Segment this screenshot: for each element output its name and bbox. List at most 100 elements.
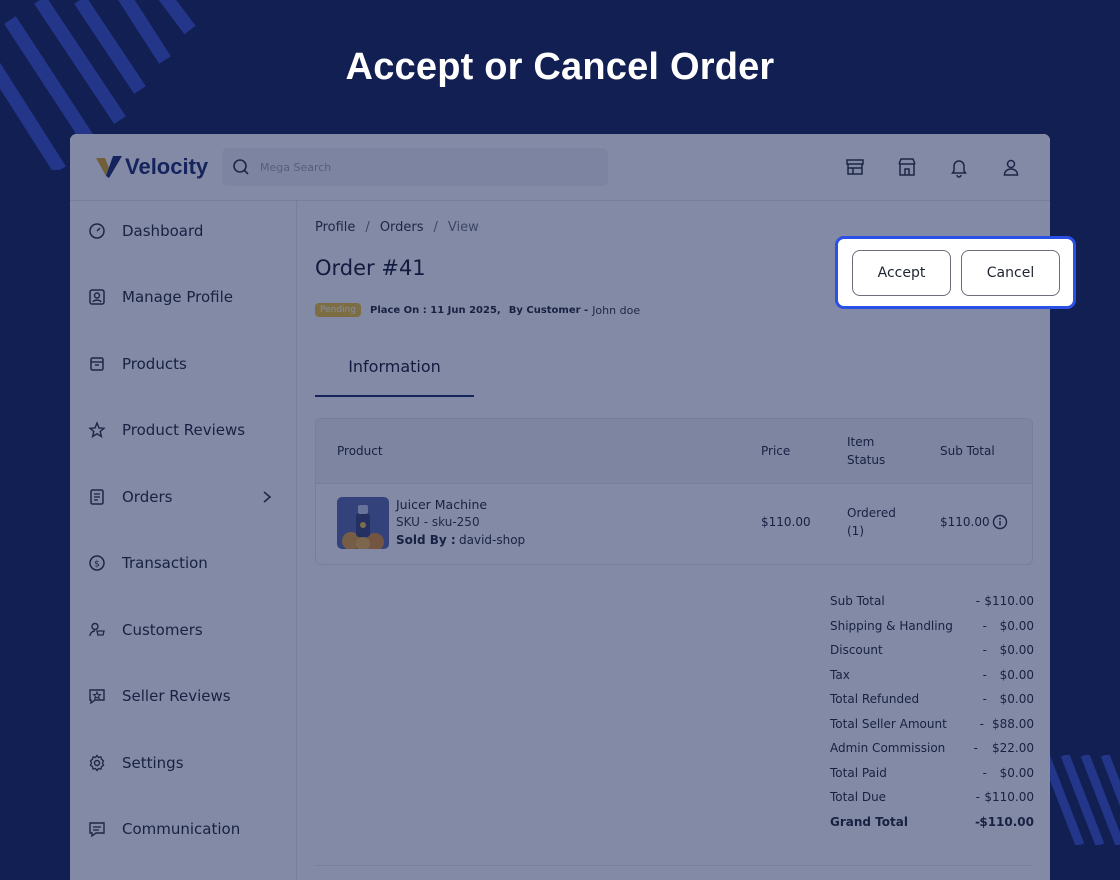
customers-icon [89,622,105,637]
order-meta: Pending Place On : 11 Jun 2025, By Custo… [315,303,640,317]
totals-label: Total Due [830,790,887,804]
svg-text:$: $ [94,560,100,570]
header-product: Product [337,444,383,458]
totals-label: Shipping & Handling [830,618,953,633]
dollar-icon: $ [89,555,105,571]
grand-total-row: Grand Total - $110.00 [830,815,1034,840]
sidebar-item-orders[interactable]: Orders [88,482,278,512]
user-icon[interactable] [1000,156,1022,178]
product-sku: SKU - sku-250 [396,515,480,529]
breadcrumb-separator: / [365,220,370,235]
chevron-right-icon [263,491,272,503]
by-customer-label: By Customer - [508,304,589,316]
header-price: Price [761,444,791,458]
sidebar-item-label: Transaction [122,554,208,572]
placed-on: Place On : 11 Jun 2025, [369,304,501,316]
sidebar: Dashboard Manage Profile Products Produc… [70,201,297,880]
sidebar-item-label: Seller Reviews [122,687,231,705]
totals-row: Sub Total - $110.00 [830,594,1034,619]
header-item-status-line1: Item [847,435,875,449]
gear-icon [89,754,105,772]
sidebar-item-label: Customers [122,621,203,639]
totals-value: $0.00 [999,643,1034,657]
totals-row: Tax - $0.00 [830,668,1034,693]
totals-label: Discount [830,643,883,657]
totals-value: $0.00 [999,618,1034,633]
sidebar-item-products[interactable]: Products [88,349,278,379]
totals-separator: - [982,765,987,780]
sidebar-item-communication[interactable]: Communication [88,814,278,844]
chat-icon [89,822,105,838]
cancel-button[interactable]: Cancel [961,250,1060,296]
totals-value: $0.00 [999,692,1034,706]
totals-value: $22.00 [992,741,1034,755]
decorative-stripes-bottom-right [1040,755,1120,845]
sidebar-item-label: Communication [122,820,241,838]
totals-label: Tax [830,667,850,682]
shop-icon[interactable] [896,156,918,178]
orders-icon [90,489,104,505]
totals-separator: - [982,643,987,657]
sidebar-item-label: Dashboard [122,222,204,240]
page-title: Order #41 [315,256,426,280]
sidebar-item-label: Settings [122,754,184,772]
totals-label: Sub Total [830,594,885,608]
totals-value: $0.00 [999,667,1034,682]
sidebar-item-label: Products [122,355,187,373]
totals-row: Total Due - $110.00 [830,790,1034,815]
sidebar-item-product-reviews[interactable]: Product Reviews [88,415,278,445]
order-totals: Sub Total - $110.00 Shipping & Handling - $0… [830,594,1034,839]
product-thumbnail[interactable] [337,497,389,549]
table-header: Product Price Item Status Sub Total [316,419,1032,484]
header-sub-total: Sub Total [940,444,995,458]
item-quantity: (1) [847,524,864,538]
sidebar-item-seller-reviews[interactable]: Seller Reviews [88,681,278,711]
search-bar[interactable] [222,148,608,186]
product-name[interactable]: Juicer Machine [396,496,487,513]
totals-separator: - [973,741,978,755]
brand-logo[interactable]: Velocity [96,154,208,180]
sidebar-item-label: Product Reviews [122,421,246,439]
info-icon[interactable] [992,514,1008,530]
totals-value: $110.00 [984,594,1034,608]
totals-separator: - [975,790,980,804]
totals-label: Admin Commission [830,741,946,755]
totals-separator: - [982,618,987,633]
totals-row: Discount - $0.00 [830,643,1034,668]
sidebar-item-customers[interactable]: Customers [88,615,278,645]
totals-label: Total Seller Amount [830,716,947,731]
sidebar-item-dashboard[interactable]: Dashboard [88,216,278,246]
sidebar-item-label: Manage Profile [122,288,233,306]
breadcrumb-orders[interactable]: Orders [380,220,424,235]
totals-value: $0.00 [999,765,1034,780]
customer-name: John doe [592,303,641,317]
brand-name: Velocity [125,154,209,179]
totals-separator: - [979,716,984,731]
search-icon [233,159,249,175]
sidebar-item-transaction[interactable]: $ Transaction [88,548,278,578]
totals-value: $110.00 [979,814,1034,829]
accept-button[interactable]: Accept [852,250,951,296]
sidebar-item-label: Orders [122,488,173,506]
bell-icon[interactable] [948,156,970,178]
status-badge: Pending [315,303,361,317]
totals-row: Total Refunded - $0.00 [830,692,1034,717]
totals-label: Total Refunded [830,692,920,706]
totals-row: Total Paid - $0.00 [830,766,1034,791]
sidebar-item-manage-profile[interactable]: Manage Profile [88,282,278,312]
product-price: $110.00 [761,515,811,529]
store-icon[interactable] [844,156,866,178]
breadcrumb-profile[interactable]: Profile [315,220,355,235]
search-input[interactable] [260,160,580,174]
dashboard-icon [89,223,105,239]
divider [315,865,1033,866]
star-icon [88,421,106,438]
totals-separator: - [975,594,980,608]
sidebar-item-settings[interactable]: Settings [88,748,278,778]
tab-information[interactable]: Information [315,343,474,397]
totals-label: Total Paid [830,765,887,780]
totals-separator: - [982,667,987,682]
sold-by-value: david-shop [459,533,526,547]
totals-row: Shipping & Handling - $0.00 [830,619,1034,644]
banner-title: Accept or Cancel Order [345,46,775,88]
